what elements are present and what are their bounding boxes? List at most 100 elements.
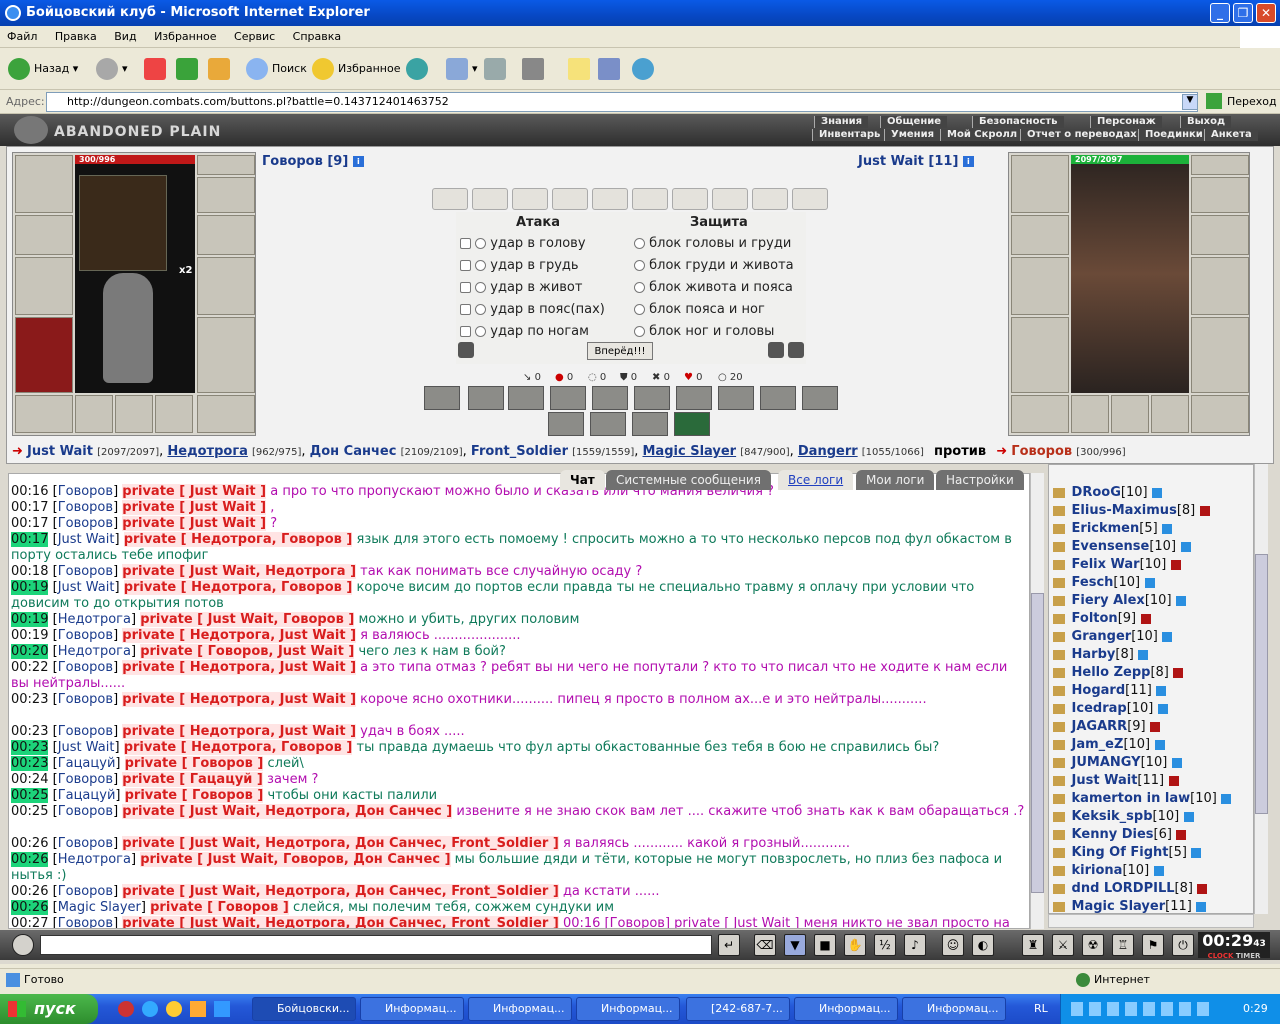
menu-tools[interactable]: Сервис (227, 26, 282, 48)
player-name[interactable]: Говоров [9] i (262, 154, 364, 169)
message-recipients[interactable]: private [ Гацацуй ] (122, 772, 263, 787)
private-message-icon[interactable] (1053, 721, 1065, 732)
user-name[interactable]: Evensense (1072, 539, 1150, 554)
attack-option[interactable]: удар в пояс(пах) (460, 302, 605, 317)
message-author[interactable]: Недотрога (58, 852, 131, 867)
message-recipients[interactable]: private [ Just Wait, Недотрога, Дон Санч… (122, 836, 559, 851)
maximize-button[interactable]: ❐ (1233, 3, 1253, 23)
research-button[interactable] (598, 56, 624, 82)
tray-icons[interactable] (1071, 1002, 1211, 1016)
skill-button[interactable] (676, 386, 712, 410)
info-icon[interactable] (1157, 703, 1168, 714)
menu-view[interactable]: Вид (107, 26, 143, 48)
message-recipients[interactable]: private [ Недотрога, Just Wait ] (122, 660, 357, 675)
info-icon[interactable] (1140, 613, 1151, 624)
chat-scrollbar[interactable] (1030, 473, 1044, 929)
message-author[interactable]: Just Wait (58, 740, 115, 755)
message-author[interactable]: Гацацуй (58, 788, 116, 803)
menu-favorites[interactable]: Избранное (147, 26, 223, 48)
block-option[interactable]: блок груди и живота (634, 258, 794, 273)
private-message-icon[interactable] (1053, 559, 1065, 570)
skill-button[interactable] (548, 412, 584, 436)
private-message-icon[interactable] (1053, 775, 1065, 786)
boots-slot[interactable] (197, 395, 255, 433)
message-author[interactable]: Недотрога (58, 644, 131, 659)
message-author[interactable]: Говоров (58, 484, 113, 499)
user-name[interactable]: Jam_eZ (1072, 737, 1124, 752)
message-recipients[interactable]: private [ Говоров ] (124, 756, 264, 771)
nav-communication[interactable]: Общение (880, 116, 948, 128)
flag-icon[interactable]: ⚑ (1142, 934, 1164, 956)
menu-file[interactable]: Файл (0, 26, 44, 48)
message-recipients[interactable]: private [ Недотрога, Говоров ] (123, 580, 353, 595)
mail-button[interactable]: ▾ (446, 56, 478, 82)
private-message-icon[interactable] (1053, 667, 1065, 678)
private-message-icon[interactable] (1053, 739, 1065, 750)
online-user[interactable]: Hello Zepp[8] (1053, 665, 1184, 680)
task-button[interactable]: [242-687-7... (686, 997, 790, 1021)
message-time[interactable]: 00:19 (11, 612, 49, 627)
info-icon[interactable] (1197, 883, 1208, 894)
translit-icon[interactable]: ◐ (972, 934, 994, 956)
user-name[interactable]: Icedrap (1072, 701, 1127, 716)
legs-slot[interactable] (197, 317, 255, 393)
online-user[interactable]: Erickmen[5] (1053, 521, 1173, 536)
quicklaunch-messenger-icon[interactable] (190, 1001, 206, 1017)
message-time[interactable]: 00:18 (11, 564, 48, 579)
edit-button[interactable] (522, 56, 548, 82)
info-icon[interactable] (1170, 559, 1181, 570)
tab-system[interactable]: Системные сообщения (606, 470, 771, 490)
info-icon[interactable] (1171, 757, 1182, 768)
message-author[interactable]: Говоров (58, 724, 113, 739)
online-scrollbar[interactable] (1254, 464, 1268, 914)
enemy-armor-slot[interactable] (1011, 317, 1069, 393)
refresh-button[interactable] (176, 56, 202, 82)
user-name[interactable]: Felix War (1072, 557, 1140, 572)
castle-icon[interactable]: ♖ (1112, 934, 1134, 956)
nav-character[interactable]: Персонаж (1090, 116, 1162, 128)
nav-inventory[interactable]: Инвентарь (812, 129, 887, 141)
info-icon[interactable] (1162, 631, 1173, 642)
online-user[interactable]: kamerton in law[10] (1053, 791, 1232, 806)
private-message-icon[interactable] (1053, 829, 1065, 840)
skill-button[interactable] (592, 386, 628, 410)
task-button[interactable]: Информац... (902, 997, 1006, 1021)
scroll-slot[interactable] (552, 188, 588, 210)
private-message-icon[interactable] (1053, 595, 1065, 606)
earring-slot[interactable] (197, 155, 255, 175)
enemy-ring-slot-2[interactable] (1111, 395, 1149, 433)
helmet-slot[interactable] (15, 155, 73, 213)
enemy-boots-slot[interactable] (1191, 395, 1249, 433)
nav-exit[interactable]: Выход (1180, 116, 1232, 128)
armor-slot[interactable] (15, 317, 73, 393)
scroll-slot[interactable] (712, 188, 748, 210)
private-message-icon[interactable] (1053, 901, 1065, 912)
message-author[interactable]: Гацацуй (58, 756, 116, 771)
message-recipients[interactable]: private [ Говоров, Just Wait ] (140, 644, 355, 659)
address-dropdown[interactable]: ▼ (1182, 94, 1198, 110)
ring-slot-2[interactable] (115, 395, 153, 433)
skill-button[interactable] (718, 386, 754, 410)
user-name[interactable]: Hello Zepp (1072, 665, 1151, 680)
private-message-icon[interactable] (1053, 505, 1065, 516)
message-recipients[interactable]: private [ Недотрога, Just Wait ] (122, 724, 357, 739)
nav-profile[interactable]: Анкета (1204, 129, 1258, 141)
info-icon[interactable] (1191, 847, 1202, 858)
message-time[interactable]: 00:26 (11, 836, 48, 851)
block-option[interactable]: блок живота и пояса (634, 280, 793, 295)
private-message-icon[interactable] (1053, 757, 1065, 768)
info-icon[interactable] (1162, 523, 1173, 534)
enemy-helmet-slot[interactable] (1011, 155, 1069, 213)
online-user[interactable]: Magic Slayer[11] (1053, 899, 1207, 913)
private-message-icon[interactable] (1053, 685, 1065, 696)
quicklaunch-player-icon[interactable] (166, 1001, 182, 1017)
discuss-button[interactable] (568, 56, 594, 82)
sword-icon[interactable]: ⚔ (1052, 934, 1074, 956)
nav-knowledge[interactable]: Знания (814, 116, 869, 128)
weapon-slot[interactable] (15, 257, 73, 315)
ring-slot-3[interactable] (155, 395, 193, 433)
block-option[interactable]: блок ног и головы (634, 324, 774, 339)
nav-skills[interactable]: Умения (884, 129, 941, 141)
message-author[interactable]: Недотрога (58, 612, 131, 627)
smile-menu-icon[interactable] (12, 934, 34, 956)
